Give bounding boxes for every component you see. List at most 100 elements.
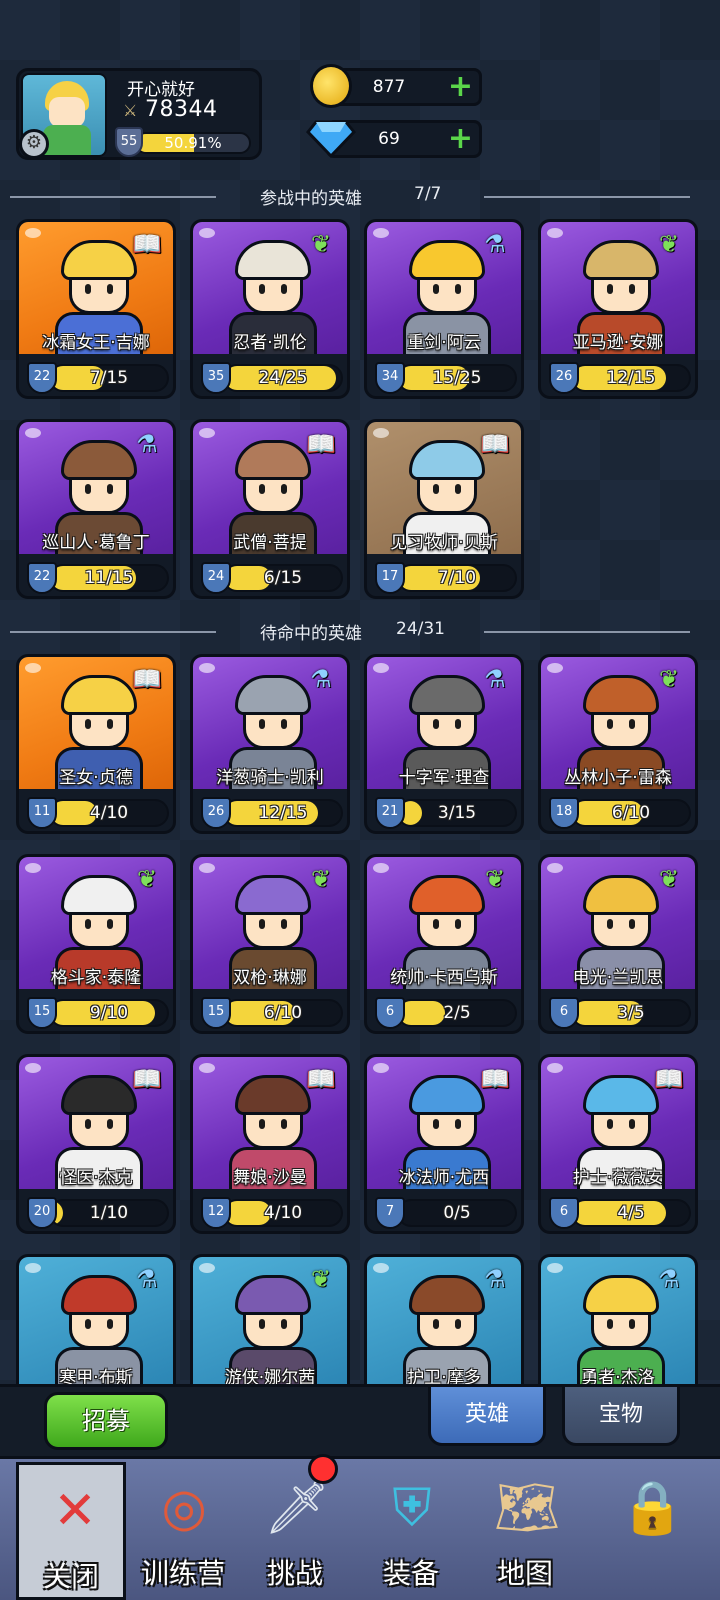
standby-heroes-title: 待命中的英雄	[260, 624, 362, 644]
hero-level-badge: 22	[27, 362, 57, 394]
hero-hair	[61, 440, 137, 480]
hero-hair	[583, 1075, 659, 1115]
hero-card[interactable]: ⚗ 重剑·阿云 34 15/25	[364, 219, 524, 399]
tab-heroes[interactable]: 英雄	[428, 1384, 546, 1446]
hero-card[interactable]: 📖 圣女·贞德 11 4/10	[16, 654, 176, 834]
hero-name: 双枪·琳娜	[233, 968, 307, 988]
player-profile-panel[interactable]: ⚙ 开心就好 ⚔ 78344 55 50.91%	[16, 68, 262, 160]
hero-eye	[433, 719, 439, 729]
nav-challenge[interactable]: 🗡 挑战	[240, 1462, 350, 1600]
hero-eye	[281, 1119, 287, 1129]
nav-equipment[interactable]: ⛨ 装备	[356, 1462, 466, 1600]
card-shine	[547, 1263, 563, 1273]
shard-count: 9/10	[89, 1003, 129, 1023]
hero-card[interactable]: 📖 护士·薇薇安 6 4/5	[538, 1054, 698, 1234]
shard-count: 4/10	[263, 1203, 303, 1223]
card-shine	[547, 1063, 563, 1073]
hero-card[interactable]: 📖 武僧·菩提 24 6/15	[190, 419, 350, 599]
nav-training-camp[interactable]: ◎ 训练营	[128, 1462, 238, 1600]
hero-card[interactable]: 📖 冰霜女王·吉娜 22 7/15	[16, 219, 176, 399]
hero-level-badge: 17	[375, 562, 405, 594]
card-shine	[25, 428, 41, 438]
hero-name: 见习牧师·贝斯	[390, 533, 498, 553]
hero-card[interactable]: ❦ 双枪·琳娜 15 6/10	[190, 854, 350, 1034]
shard-progress-bar: 4/5	[571, 1199, 691, 1227]
hero-card[interactable]: 📖 见习牧师·贝斯 17 7/10	[364, 419, 524, 599]
shard-progress-bar: 11/15	[49, 564, 169, 592]
hero-card[interactable]: ❦ 电光·兰凯思 6 3/5	[538, 854, 698, 1034]
armor-icon: ⛨	[392, 1478, 432, 1538]
shard-count: 24/25	[258, 368, 308, 388]
hero-card[interactable]: ⚗ 巡山人·葛鲁丁 22 11/15	[16, 419, 176, 599]
shard-count: 15/25	[432, 368, 482, 388]
shard-progress-bar: 2/5	[397, 999, 517, 1027]
hero-eye	[607, 719, 613, 729]
hero-eye	[455, 919, 461, 929]
hero-card[interactable]: ❦ 忍者·凯伦 35 24/25	[190, 219, 350, 399]
hero-hair	[583, 675, 659, 715]
hero-name: 统帅·卡西乌斯	[390, 968, 498, 988]
shard-progress-bar: 3/15	[397, 799, 517, 827]
add-gem-button[interactable]: +	[448, 124, 473, 154]
hero-card[interactable]: 📖 怪医·杰克 20 1/10	[16, 1054, 176, 1234]
xp-bar: 50.91%	[135, 132, 251, 154]
potion-class-icon: ⚗	[484, 1265, 506, 1293]
card-shine	[373, 1263, 389, 1273]
standby-heroes-header: 待命中的英雄 24/31	[0, 619, 720, 644]
hero-level-badge: 7	[375, 1197, 405, 1229]
nav-close[interactable]: ✕ 关闭	[16, 1462, 126, 1600]
hero-card[interactable]: ❦ 格斗家·泰隆 15 9/10	[16, 854, 176, 1034]
hero-eye	[433, 1119, 439, 1129]
shard-progress-bar: 7/15	[49, 364, 169, 392]
player-level-badge: 55	[115, 127, 143, 157]
potion-class-icon: ⚗	[658, 1265, 680, 1293]
shard-count: 3/15	[437, 803, 477, 823]
nav-locked[interactable]: 🔒	[596, 1462, 706, 1600]
card-shine	[199, 1063, 215, 1073]
hero-name: 巡山人·葛鲁丁	[42, 533, 150, 553]
hero-card[interactable]: 📖 冰法师·尤西 7 0/5	[364, 1054, 524, 1234]
tab-treasures[interactable]: 宝物	[562, 1384, 680, 1446]
shard-progress-bar: 9/10	[49, 999, 169, 1027]
hero-eye	[107, 284, 113, 294]
nav-map[interactable]: 🗺 地图	[470, 1462, 580, 1600]
settings-gear-icon[interactable]: ⚙	[19, 129, 49, 159]
hero-hair	[235, 440, 311, 480]
add-gold-button[interactable]: +	[448, 72, 473, 102]
nav-map-label: 地图	[496, 1557, 553, 1590]
hero-card[interactable]: ⚗ 洋葱骑士·凯利 26 12/15	[190, 654, 350, 834]
hero-hair	[409, 440, 485, 480]
hero-hair	[235, 875, 311, 915]
shard-progress-bar: 1/10	[49, 1199, 169, 1227]
card-shine	[25, 228, 41, 238]
card-shine	[373, 228, 389, 238]
hero-level-badge: 22	[27, 562, 57, 594]
potion-class-icon: ⚗	[136, 430, 158, 458]
hero-card[interactable]: ❦ 丛林小子·雷森 18 6/10	[538, 654, 698, 834]
card-shine	[547, 228, 563, 238]
book-class-icon: 📖	[306, 1065, 336, 1093]
hero-card[interactable]: ⚗ 十字军·理查 21 3/15	[364, 654, 524, 834]
hero-card[interactable]: 📖 舞娘·沙曼 12 4/10	[190, 1054, 350, 1234]
hero-eye	[259, 284, 265, 294]
hero-name: 冰霜女王·吉娜	[42, 333, 150, 353]
close-x-icon: ✕	[53, 1481, 97, 1541]
active-heroes-count: 7/7	[414, 184, 442, 204]
shard-count: 0/5	[443, 1203, 471, 1223]
card-shine	[373, 428, 389, 438]
hero-eye	[607, 1319, 613, 1329]
xp-percent: 50.91%	[164, 134, 222, 152]
hero-card[interactable]: ❦ 亚马逊·安娜 26 12/15	[538, 219, 698, 399]
hero-eye	[259, 484, 265, 494]
card-shine	[547, 863, 563, 873]
hero-level-badge: 24	[201, 562, 231, 594]
hero-eye	[85, 719, 91, 729]
recruit-button[interactable]: 招募	[44, 1392, 168, 1450]
hero-hair	[583, 1275, 659, 1315]
divider-right	[484, 631, 690, 633]
hero-eye	[629, 1319, 635, 1329]
hero-card[interactable]: ❦ 统帅·卡西乌斯 6 2/5	[364, 854, 524, 1034]
active-heroes-header: 参战中的英雄 7/7	[0, 184, 720, 209]
combat-power-value: 78344	[145, 97, 218, 122]
nav-equipment-label: 装备	[382, 1557, 439, 1590]
